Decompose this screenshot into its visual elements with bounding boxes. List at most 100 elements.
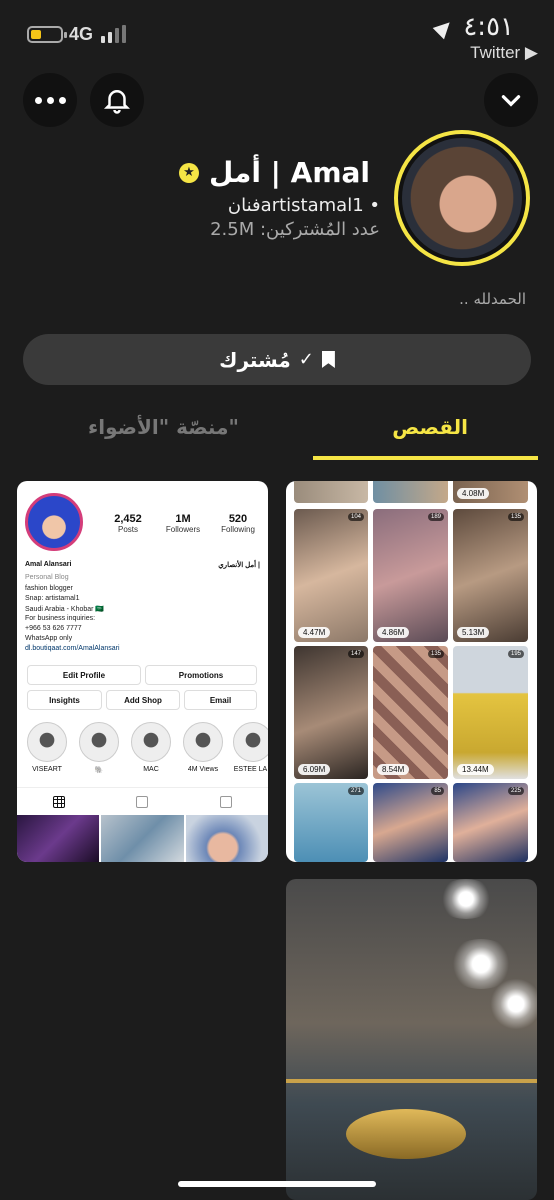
- more-options-button[interactable]: [23, 73, 77, 127]
- bell-icon: [103, 90, 131, 114]
- grid-view-count: 4.08M: [457, 488, 490, 499]
- back-to-app-link[interactable]: Twitter ▶: [470, 43, 538, 63]
- subscriber-count: عدد المُشتركين: 2.5M: [210, 219, 380, 240]
- home-indicator[interactable]: [178, 1181, 376, 1187]
- tab-spotlight[interactable]: منصّة "الأضواء": [88, 415, 239, 439]
- subscribed-button[interactable]: ✓ مُشترك: [23, 334, 531, 385]
- star-badge-icon: ★: [179, 162, 199, 183]
- ig-following-count: 520: [228, 513, 248, 525]
- collapse-button[interactable]: [484, 73, 538, 127]
- signal-icon: [101, 25, 126, 43]
- grid-top-thumb: [294, 481, 368, 503]
- grid-view-count: 13.44M: [457, 764, 494, 775]
- grid-badge: 135: [427, 650, 444, 658]
- ig-highlight: VISEART: [25, 722, 69, 773]
- grid-badge: 104: [347, 513, 364, 521]
- story-tile-room[interactable]: [286, 879, 537, 1200]
- ig-posts-count: 2,452: [114, 513, 142, 525]
- ig-add-shop-button: Add Shop: [106, 690, 180, 710]
- grid-badge: 195: [507, 650, 524, 658]
- grid-cell: 195 13.44M: [453, 646, 528, 779]
- bookmark-icon: [321, 351, 335, 368]
- ig-edit-profile-button: Edit Profile: [27, 665, 141, 685]
- avatar-image: [402, 138, 522, 258]
- grid-view-count: 8.54M: [377, 764, 410, 775]
- grid-top-thumb: 4.08M: [453, 481, 528, 503]
- ig-bio-line: WhatsApp only: [25, 635, 73, 642]
- grid-cell: 271: [294, 783, 368, 862]
- ig-bio-line: Snap: artistamal1: [25, 595, 80, 602]
- check-icon: ✓: [298, 349, 314, 370]
- ig-email-button: Email: [184, 690, 257, 710]
- location-arrow-icon: [432, 16, 456, 40]
- ig-bio-line: fashion blogger: [25, 585, 73, 592]
- ig-promotions-button: Promotions: [145, 665, 257, 685]
- ig-photo: [17, 815, 100, 862]
- counter-edge: [286, 1079, 537, 1083]
- grid-top-thumb: [373, 481, 448, 503]
- profile-name-row: ★ أمل | Amal: [179, 156, 370, 189]
- network-type: 4G: [69, 24, 94, 44]
- grid-view-count: 6.09M: [298, 764, 331, 775]
- ig-insights-button: Insights: [27, 690, 102, 710]
- grid-cell: 104 4.47M: [294, 509, 368, 642]
- ig-link: dl.boutiqaat.com/AmalAlansari: [25, 645, 120, 652]
- ig-highlight: 🐘: [77, 722, 121, 774]
- gold-sink: [346, 1109, 466, 1159]
- ig-followers-count: 1M: [175, 513, 191, 525]
- grid-cell: 135 8.54M: [373, 646, 448, 779]
- ig-name-row: Amal Alansari أمل الأنصاري |: [25, 561, 260, 569]
- ig-highlight: 4M Views: [181, 722, 225, 773]
- grid-badge: 147: [347, 650, 364, 658]
- profile-bio: الحمدلله ..: [459, 290, 526, 308]
- grid-badge: 225: [507, 787, 524, 795]
- clock: ٤:٥١: [463, 12, 514, 42]
- grid-badge: 271: [347, 787, 364, 795]
- grid-badge: 189: [427, 513, 444, 521]
- status-bar: 4G ٤:٥١ Twitter ▶: [0, 0, 554, 70]
- story-tile-instagram[interactable]: 2,452 Posts 1M Followers 520 Following Amal…: [17, 481, 268, 862]
- grid-cell: 225: [453, 783, 528, 862]
- notifications-button[interactable]: [90, 73, 144, 127]
- profile-avatar[interactable]: [394, 130, 530, 266]
- reels-icon: [136, 795, 149, 808]
- active-tab-indicator: [313, 456, 538, 460]
- ig-bio-line: +966 53 626 7777: [25, 625, 82, 632]
- tagged-icon: [220, 795, 233, 808]
- more-dots-icon: [34, 96, 66, 104]
- story-tile-video-grid[interactable]: 4.08M 104 4.47M 189 4.86M 135 5.13M 147 …: [286, 481, 537, 862]
- tab-stories[interactable]: القصص: [392, 415, 468, 439]
- profile-handle: • artistamal1فنان: [227, 195, 380, 216]
- ig-bio-line: Saudi Arabia - Khobar 🇸🇦: [25, 606, 105, 613]
- ig-category: Personal Blog: [25, 574, 69, 581]
- battery-icon: [27, 26, 67, 43]
- ig-highlight: MAC: [129, 722, 173, 773]
- ig-posts-label: Posts: [117, 525, 138, 534]
- grid-badge: 135: [507, 513, 524, 521]
- ig-bio-line: For business inquiries:: [25, 615, 96, 622]
- chevron-down-icon: [501, 95, 521, 107]
- ig-followers-label: Followers: [165, 525, 201, 534]
- ig-stats: 2,452 Posts 1M Followers 520 Following: [103, 513, 263, 534]
- grid-cell: 147 6.09M: [294, 646, 368, 779]
- grid-view-count: 4.86M: [377, 627, 410, 638]
- ig-name-ar: أمل الأنصاري |: [218, 562, 260, 569]
- grid-badge: 85: [431, 787, 444, 795]
- grid-view-count: 5.13M: [457, 627, 490, 638]
- ig-following-label: Following: [221, 525, 255, 534]
- chandelier-light: [486, 979, 537, 1029]
- subscribed-label: مُشترك: [219, 347, 291, 372]
- ig-name-en: Amal Alansari: [25, 561, 72, 568]
- ig-photo-row: [17, 815, 268, 862]
- ig-avatar: [25, 493, 83, 551]
- grid-icon: [52, 795, 65, 808]
- display-name: أمل | Amal: [209, 156, 370, 189]
- ig-photo: [101, 815, 184, 862]
- grid-cell: 85: [373, 783, 448, 862]
- grid-view-count: 4.47M: [298, 627, 331, 638]
- chandelier-light: [436, 879, 496, 919]
- ig-highlight: ESTÉE LA: [233, 722, 268, 773]
- grid-cell: 135 5.13M: [453, 509, 528, 642]
- ig-tabs: [17, 787, 268, 815]
- ig-photo: [185, 815, 268, 862]
